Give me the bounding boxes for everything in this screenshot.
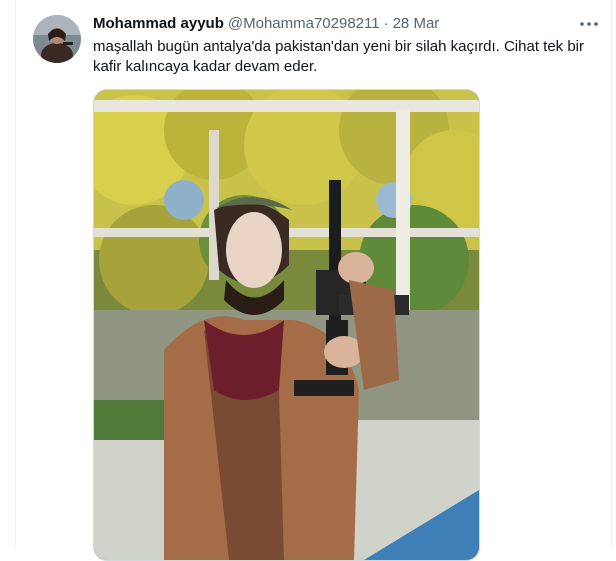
- tweet-photo: [94, 90, 479, 560]
- more-horizontal-icon[interactable]: [577, 12, 601, 36]
- tweet-header: Mohammad ayyub @Mohamma70298211 · 28 Mar: [93, 14, 571, 34]
- tweet-date[interactable]: 28 Mar: [393, 15, 440, 32]
- avatar[interactable]: [33, 15, 81, 63]
- display-name[interactable]: Mohammad ayyub: [93, 15, 224, 32]
- avatar-image: [33, 15, 81, 63]
- separator-dot: ·: [383, 15, 389, 32]
- user-handle[interactable]: @Mohamma70298211: [228, 15, 380, 32]
- timeline-column: Mohammad ayyub @Mohamma70298211 · 28 Mar ma…: [15, 0, 612, 561]
- tweet-text: maşallah bugün antalya'da pakistan'dan y…: [93, 38, 585, 75]
- tweet[interactable]: Mohammad ayyub @Mohamma70298211 · 28 Mar ma…: [16, 0, 611, 561]
- tweet-media[interactable]: [93, 89, 480, 561]
